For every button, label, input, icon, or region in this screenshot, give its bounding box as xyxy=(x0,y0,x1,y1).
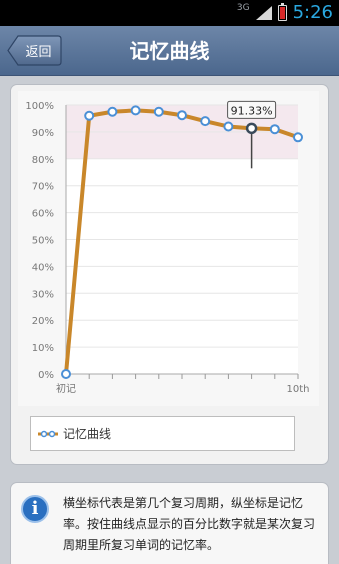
memory-curve-chart[interactable]: 0% 10% 20% 30% 40% 50% 60% 70% 80% 90% 100% 初记 10th 9… xyxy=(18,91,319,406)
y-tick-label: 20% xyxy=(32,316,54,327)
x-tick-label: 10th xyxy=(287,384,310,395)
y-tick-label: 0% xyxy=(38,370,54,381)
legend-swatch-icon xyxy=(38,430,58,437)
info-text: 横坐标代表是第几个复习周期，纵坐标是记忆率。按住曲线点显示的百分比数字就是某次复… xyxy=(63,496,316,552)
battery-icon xyxy=(277,3,287,21)
y-tick-label: 30% xyxy=(32,289,54,300)
data-point[interactable] xyxy=(177,110,187,121)
x-tick-label: 初记 xyxy=(56,382,76,395)
data-point[interactable] xyxy=(293,132,303,143)
y-tick-label: 60% xyxy=(32,209,54,220)
title-bar: 返回 记忆曲线 xyxy=(0,26,339,76)
signal-icon xyxy=(255,6,272,20)
network-type: 3G xyxy=(236,2,250,13)
data-point[interactable] xyxy=(130,105,141,116)
info-panel: i 横坐标代表是第几个复习周期，纵坐标是记忆率。按住曲线点显示的百分比数字就是某… xyxy=(10,482,329,564)
tooltip-label: 91.33% xyxy=(231,104,273,117)
data-point[interactable] xyxy=(223,121,234,132)
data-point[interactable] xyxy=(107,106,118,117)
y-tick-label: 40% xyxy=(32,262,54,273)
y-tick-label: 50% xyxy=(32,236,54,247)
data-point[interactable] xyxy=(84,110,95,121)
data-point[interactable] xyxy=(61,369,71,379)
data-point-selected[interactable] xyxy=(245,122,258,135)
data-point[interactable] xyxy=(269,124,280,135)
back-button[interactable]: 返回 xyxy=(7,35,62,66)
y-tick-label: 100% xyxy=(25,101,54,112)
clock: 5:26 xyxy=(292,2,333,23)
info-icon: i xyxy=(21,495,49,523)
y-tick-label: 90% xyxy=(32,128,54,139)
data-point[interactable] xyxy=(153,106,164,117)
y-tick-label: 70% xyxy=(32,182,54,193)
y-tick-label: 80% xyxy=(32,155,54,166)
chart-legend: 记忆曲线 xyxy=(30,416,295,451)
status-bar: 3G 5:26 xyxy=(0,0,339,26)
legend-label: 记忆曲线 xyxy=(63,427,112,441)
y-tick-label: 10% xyxy=(32,343,54,354)
back-button-label: 返回 xyxy=(25,45,52,60)
data-point[interactable] xyxy=(200,116,211,127)
